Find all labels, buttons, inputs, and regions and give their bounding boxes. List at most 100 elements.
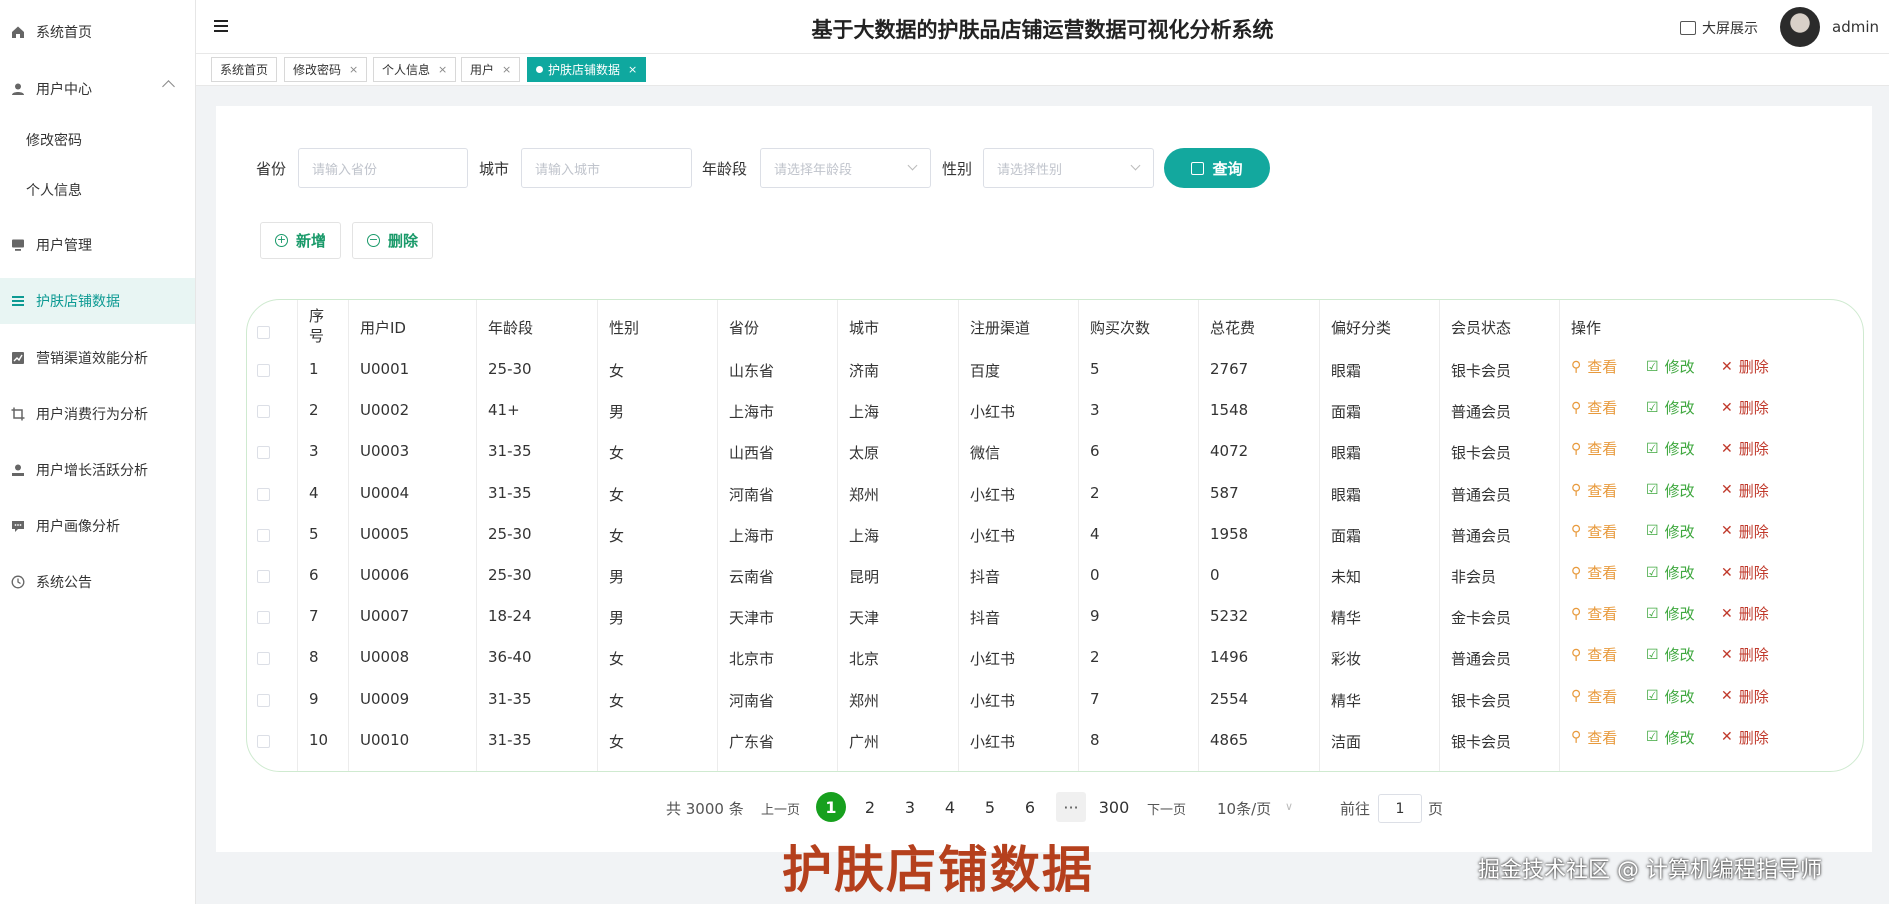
sidebar-item-home[interactable]: 系统首页	[0, 9, 195, 55]
more-pages[interactable]: ···	[1056, 792, 1086, 822]
edit-button[interactable]: ☑ 修改	[1646, 438, 1695, 459]
column-header[interactable]: 省份	[729, 317, 759, 338]
delete-button[interactable]: − 删除	[352, 222, 434, 259]
edit-button[interactable]: ☑ 修改	[1646, 727, 1695, 748]
sidebar-item-growth-analysis[interactable]: 用户增长活跃分析	[0, 447, 195, 493]
tab-skincare-data[interactable]: 护肤店铺数据 ×	[527, 57, 647, 82]
row-checkbox[interactable]	[257, 364, 270, 377]
row-delete-button[interactable]: ✕ 删除	[1721, 644, 1769, 665]
edit-button[interactable]: ☑ 修改	[1646, 686, 1695, 707]
column-divider	[348, 300, 349, 771]
edit-button[interactable]: ☑ 修改	[1646, 356, 1695, 377]
column-header[interactable]: 操作	[1571, 317, 1601, 338]
tab-user[interactable]: 用户 ×	[461, 57, 521, 82]
edit-button[interactable]: ☑ 修改	[1646, 562, 1695, 583]
row-delete-button[interactable]: ✕ 删除	[1721, 521, 1769, 542]
close-icon[interactable]: ×	[438, 63, 447, 76]
sidebar-item-change-password[interactable]: 修改密码	[0, 117, 195, 163]
close-icon[interactable]: ×	[502, 63, 511, 76]
column-header[interactable]: 总花费	[1210, 317, 1255, 338]
row-checkbox[interactable]	[257, 652, 270, 666]
row-delete-button[interactable]: ✕ 删除	[1721, 562, 1769, 583]
tab-change-password[interactable]: 修改密码 ×	[284, 57, 368, 82]
page-4[interactable]: 4	[935, 792, 965, 822]
page-1[interactable]: 1	[816, 792, 846, 822]
column-header[interactable]: 会员状态	[1451, 317, 1511, 338]
select-all-checkbox[interactable]	[257, 326, 270, 339]
row-delete-button[interactable]: ✕ 删除	[1721, 603, 1769, 624]
row-checkbox[interactable]	[257, 487, 270, 501]
row-checkbox[interactable]	[257, 446, 270, 460]
edit-button[interactable]: ☑ 修改	[1646, 603, 1695, 624]
row-checkbox[interactable]	[257, 734, 270, 748]
row-delete-button[interactable]: ✕ 删除	[1721, 397, 1769, 418]
view-button[interactable]: ⚲ 查看	[1571, 438, 1617, 459]
close-icon[interactable]: ×	[628, 63, 637, 76]
table-cell: U0002	[360, 401, 410, 420]
page-3[interactable]: 3	[895, 792, 925, 822]
edit-button[interactable]: ☑ 修改	[1646, 480, 1695, 501]
row-delete-button[interactable]: ✕ 删除	[1721, 356, 1769, 377]
view-button[interactable]: ⚲ 查看	[1571, 603, 1617, 624]
sidebar-item-portrait-analysis[interactable]: 用户画像分析	[0, 503, 195, 549]
big-screen-button[interactable]: 大屏展示	[1680, 18, 1758, 38]
page-2[interactable]: 2	[855, 792, 885, 822]
column-header[interactable]: 年龄段	[488, 317, 533, 338]
page-6[interactable]: 6	[1015, 792, 1045, 822]
view-button[interactable]: ⚲ 查看	[1571, 480, 1617, 501]
avatar[interactable]	[1780, 7, 1820, 47]
screen-icon	[1680, 21, 1696, 35]
view-button[interactable]: ⚲ 查看	[1571, 686, 1617, 707]
sidebar-item-user-management[interactable]: 用户管理	[0, 222, 195, 268]
page-size-select[interactable]: 10条/页	[1217, 798, 1271, 819]
row-delete-button[interactable]: ✕ 删除	[1721, 686, 1769, 707]
add-button[interactable]: + 新增	[260, 222, 342, 259]
view-button[interactable]: ⚲ 查看	[1571, 644, 1617, 665]
view-button[interactable]: ⚲ 查看	[1571, 562, 1617, 583]
row-checkbox[interactable]	[257, 528, 270, 542]
age-select[interactable]: 请选择年龄段	[760, 148, 931, 188]
page-5[interactable]: 5	[975, 792, 1005, 822]
gender-select[interactable]: 请选择性别	[983, 148, 1154, 188]
sidebar-item-profile[interactable]: 个人信息	[0, 167, 195, 213]
page-last[interactable]: 300	[1097, 792, 1131, 822]
column-header[interactable]: 注册渠道	[970, 317, 1030, 338]
goto-input[interactable]: 1	[1378, 794, 1422, 823]
sidebar-item-announcements[interactable]: 系统公告	[0, 559, 195, 605]
sidebar-item-skincare-data[interactable]: 护肤店铺数据	[0, 278, 195, 324]
row-checkbox[interactable]	[257, 405, 270, 419]
column-header[interactable]: 购买次数	[1090, 317, 1150, 338]
column-header[interactable]: 城市	[849, 317, 879, 338]
view-button[interactable]: ⚲ 查看	[1571, 397, 1617, 418]
sidebar-item-channel-analysis[interactable]: 营销渠道效能分析	[0, 335, 195, 381]
row-checkbox[interactable]	[257, 693, 270, 707]
city-input[interactable]: 请输入城市	[521, 148, 692, 188]
province-input[interactable]: 请输入省份	[298, 148, 468, 188]
table-cell: 1548	[1210, 401, 1249, 420]
row-delete-button[interactable]: ✕ 删除	[1721, 480, 1769, 501]
column-header[interactable]: 序号	[309, 306, 327, 346]
next-page[interactable]: 下一页	[1147, 799, 1186, 818]
row-checkbox[interactable]	[257, 611, 270, 625]
sidebar-item-user-center[interactable]: 用户中心	[0, 66, 195, 112]
edit-button[interactable]: ☑ 修改	[1646, 521, 1695, 542]
view-button[interactable]: ⚲ 查看	[1571, 521, 1617, 542]
view-button[interactable]: ⚲ 查看	[1571, 727, 1617, 748]
row-checkbox[interactable]	[257, 570, 270, 583]
username[interactable]: admin	[1832, 18, 1879, 36]
edit-button[interactable]: ☑ 修改	[1646, 644, 1695, 665]
close-icon[interactable]: ×	[349, 63, 358, 76]
column-header[interactable]: 性别	[609, 317, 639, 338]
prev-page[interactable]: 上一页	[761, 799, 800, 818]
tab-profile[interactable]: 个人信息 ×	[373, 57, 457, 82]
row-delete-button[interactable]: ✕ 删除	[1721, 727, 1769, 748]
edit-button[interactable]: ☑ 修改	[1646, 397, 1695, 418]
query-button[interactable]: 查询	[1164, 148, 1270, 188]
tab-home[interactable]: 系统首页	[211, 57, 278, 82]
column-header[interactable]: 偏好分类	[1331, 317, 1391, 338]
column-header[interactable]: 用户ID	[360, 317, 406, 338]
view-button[interactable]: ⚲ 查看	[1571, 356, 1617, 377]
sidebar-item-consumption-analysis[interactable]: 用户消费行为分析	[0, 391, 195, 437]
table-cell: 小红书	[970, 732, 1016, 751]
row-delete-button[interactable]: ✕ 删除	[1721, 438, 1769, 459]
